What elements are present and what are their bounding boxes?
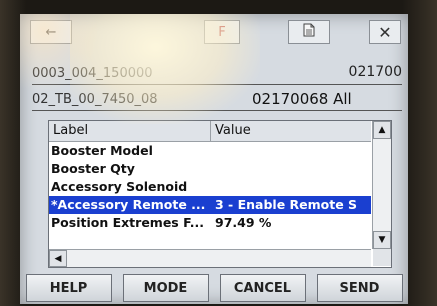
scroll-up-button[interactable]: ▲ [373, 121, 391, 139]
back-button[interactable]: ← [30, 20, 72, 44]
table-row[interactable]: Position Extremes F... 97.49 % [49, 214, 371, 232]
document-icon [303, 23, 315, 41]
document-button[interactable] [288, 20, 330, 44]
row-value: 97.49 % [215, 215, 272, 230]
horizontal-scrollbar[interactable]: ◀ [49, 249, 371, 267]
row-label: Booster Model [51, 143, 153, 158]
header-divider [32, 84, 402, 85]
send-button[interactable]: SEND [316, 274, 403, 302]
column-header-value[interactable]: Value [211, 121, 371, 141]
header-divider [32, 110, 402, 111]
help-button[interactable]: HELP [25, 274, 112, 302]
table-row[interactable]: Accessory Solenoid [49, 178, 371, 196]
triangle-left-icon: ◀ [54, 253, 62, 264]
table-row[interactable]: Booster Model [49, 142, 371, 160]
toolbar-center-button[interactable]: F [204, 20, 240, 44]
device-screen: ← F ✕ 0003_004_150000 021700 02_TB_00_74… [20, 14, 408, 304]
close-icon: ✕ [378, 22, 392, 42]
cancel-button[interactable]: CANCEL [219, 274, 306, 302]
device-bezel: ← F ✕ 0003_004_150000 021700 02_TB_00_74… [0, 0, 437, 306]
scroll-down-button[interactable]: ▼ [373, 231, 391, 249]
column-header-label[interactable]: Label [49, 121, 211, 141]
action-bar: HELP MODE CANCEL SEND [20, 272, 408, 304]
scrollbar-corner [373, 249, 391, 266]
device-id-line1: 021700 [348, 64, 402, 80]
mode-button[interactable]: MODE [122, 274, 209, 302]
row-label: *Accessory Remote ... [51, 197, 206, 212]
vertical-scrollbar[interactable]: ▲ ▼ [372, 121, 391, 249]
triangle-up-icon: ▲ [378, 125, 386, 135]
row-label: Accessory Solenoid [51, 179, 188, 194]
device-tag-line2: 02_TB_00_7450_08 [32, 92, 158, 107]
grid-rows: Booster Model Booster Qty Accessory Sole… [49, 142, 371, 232]
grid-header: Label Value [49, 121, 371, 142]
row-value: 3 - Enable Remote S [215, 197, 358, 212]
device-tag-line1: 0003_004_150000 [32, 66, 153, 81]
row-label: Booster Qty [51, 161, 135, 176]
row-label: Position Extremes F... [51, 215, 205, 230]
table-row-selected[interactable]: *Accessory Remote ... 3 - Enable Remote … [49, 196, 371, 214]
back-arrow-icon: ← [45, 24, 57, 40]
close-button[interactable]: ✕ [369, 20, 401, 44]
toolbar-center-label: F [218, 24, 226, 40]
row-value [211, 178, 371, 196]
row-value [211, 160, 371, 178]
table-row[interactable]: Booster Qty [49, 160, 371, 178]
scroll-left-button[interactable]: ◀ [49, 250, 67, 267]
triangle-down-icon: ▼ [378, 235, 386, 245]
row-value [211, 142, 371, 160]
device-id-line2: 02170068 All [252, 90, 352, 108]
parameter-grid: Label Value Booster Model Booster Qty Ac… [48, 120, 392, 268]
